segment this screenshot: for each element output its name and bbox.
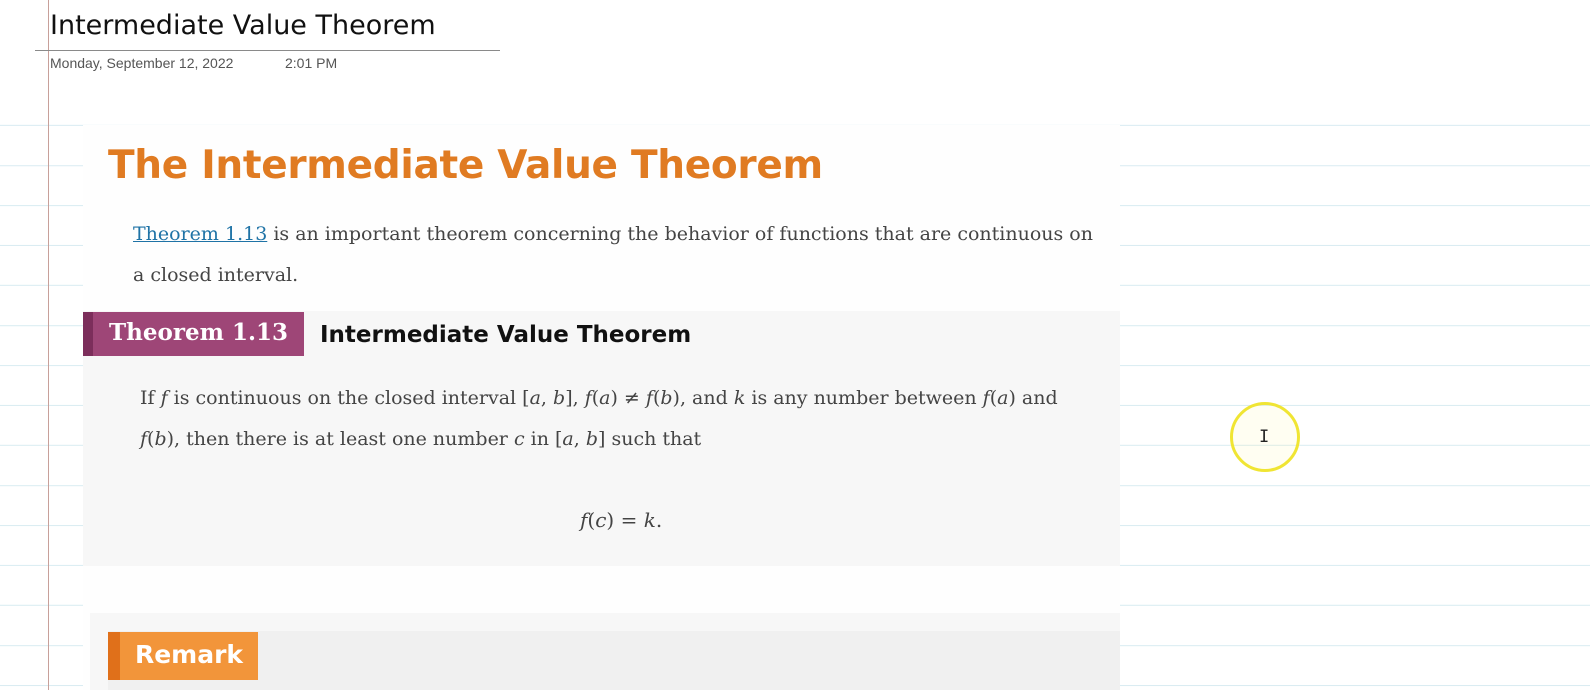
math-var: k <box>733 387 746 409</box>
theorem-name: Intermediate Value Theorem <box>320 322 692 348</box>
intro-text: is an important theorem concerning the b… <box>133 223 1093 286</box>
theorem-tag-label: Theorem 1.13 <box>109 319 288 346</box>
theorem-tag: Theorem 1.13 <box>83 312 304 356</box>
statement-text: , <box>540 387 554 409</box>
title-underline <box>35 50 500 51</box>
theorem-statement: If f is continuous on the closed interva… <box>140 378 1100 460</box>
math-var: a <box>599 387 611 409</box>
theorem-link[interactable]: Theorem 1.13 <box>133 223 267 245</box>
statement-text: ] such that <box>598 428 702 450</box>
statement-text: ) ≠ <box>610 387 646 409</box>
math-var: f <box>160 387 168 409</box>
statement-text: ) and <box>1008 387 1058 409</box>
remark-box-inner <box>108 631 1120 690</box>
math-var: f <box>645 387 653 409</box>
equation-text: ) = <box>606 508 644 532</box>
ibeam-cursor-icon: I <box>1259 427 1270 447</box>
page-date: Monday, September 12, 2022 <box>50 55 234 71</box>
remark-tag: Remark <box>108 632 258 680</box>
notebook-margin-line <box>48 0 49 690</box>
statement-text: in [ <box>524 428 563 450</box>
math-var: b <box>154 428 167 450</box>
statement-text: is continuous on the closed interval [ <box>167 387 530 409</box>
math-var: f <box>584 387 592 409</box>
math-var: c <box>513 428 525 450</box>
math-var: a <box>529 387 541 409</box>
page-title[interactable]: Intermediate Value Theorem <box>50 10 436 41</box>
math-var: b <box>585 428 598 450</box>
statement-text: is any number between <box>745 387 983 409</box>
page-time: 2:01 PM <box>285 55 338 71</box>
statement-text: ), and <box>672 387 734 409</box>
math-var: a <box>562 428 574 450</box>
math-var: k <box>643 508 656 532</box>
statement-text: , <box>573 428 586 450</box>
math-var: f <box>982 387 990 409</box>
statement-text: If <box>140 387 161 409</box>
equation-text: . <box>655 508 663 532</box>
content-heading: The Intermediate Value Theorem <box>108 143 823 188</box>
theorem-equation: f(c) = k. <box>580 508 662 532</box>
math-var: a <box>997 387 1009 409</box>
statement-text: ], <box>565 387 585 409</box>
intro-paragraph: Theorem 1.13 is an important theorem con… <box>133 214 1093 296</box>
math-var: b <box>660 387 673 409</box>
remark-tag-label: Remark <box>134 640 244 669</box>
math-var: b <box>553 387 566 409</box>
math-var: f <box>140 428 148 450</box>
statement-text: ), then there is at least one number <box>166 428 514 450</box>
math-var: c <box>595 508 607 532</box>
